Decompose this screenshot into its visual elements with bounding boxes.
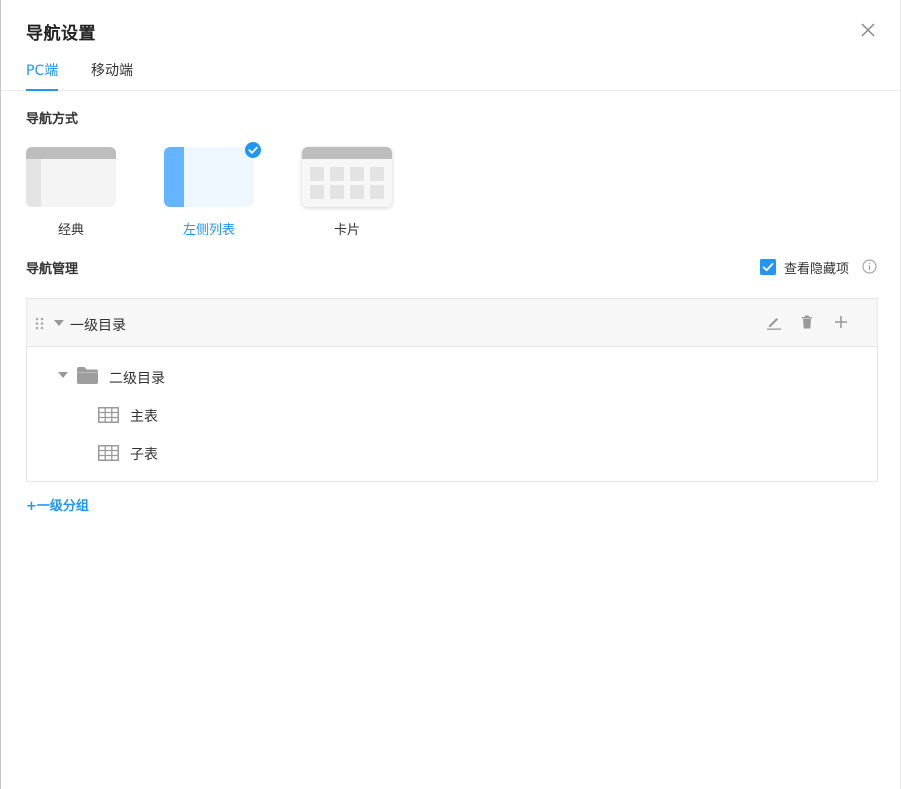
folder-icon xyxy=(77,367,98,384)
info-icon[interactable] xyxy=(862,259,877,274)
edit-icon[interactable] xyxy=(765,313,783,331)
caret-down-icon[interactable] xyxy=(53,319,65,327)
table-icon xyxy=(98,407,119,423)
caret-down-icon[interactable] xyxy=(57,371,69,379)
add-level1-group-button[interactable]: +一级分组 xyxy=(26,495,89,514)
card-header-bar xyxy=(302,147,392,159)
grid-cell xyxy=(350,167,364,181)
grid-cell xyxy=(370,185,384,199)
nav-mode-left-list-card[interactable] xyxy=(164,147,254,207)
show-hidden-label[interactable]: 查看隐藏项 xyxy=(784,258,849,277)
nav-mode-card-card[interactable] xyxy=(302,147,392,207)
tree-item-label[interactable]: 主表 xyxy=(130,406,158,426)
nav-mode-card-label[interactable]: 卡片 xyxy=(302,219,392,238)
nav-mode-classic-card[interactable] xyxy=(26,147,116,207)
nav-mode-classic-label[interactable]: 经典 xyxy=(26,219,116,238)
card-sidebar xyxy=(26,159,41,207)
tree-level1-label: 一级目录 xyxy=(70,318,126,334)
tree-item-label[interactable]: 子表 xyxy=(130,444,158,464)
grid-cell xyxy=(310,185,324,199)
card-header-bar xyxy=(26,147,116,159)
tree-level2-label[interactable]: 二级目录 xyxy=(109,368,165,388)
close-icon[interactable] xyxy=(858,20,878,40)
delete-icon[interactable] xyxy=(798,313,816,331)
tree-row-level1[interactable]: 一级目录 xyxy=(27,299,877,347)
grid-cell xyxy=(310,167,324,181)
grid-cell xyxy=(370,167,384,181)
nav-settings-dialog: 导航设置 PC端 移动端 导航方式 经典 左侧列表 卡片 导航管理 查看隐藏项 … xyxy=(0,0,901,789)
show-hidden-checkbox[interactable] xyxy=(760,259,776,275)
drag-handle-icon[interactable] xyxy=(35,317,44,330)
grid-cell xyxy=(330,167,344,181)
table-icon xyxy=(98,445,119,461)
tab-bar: PC端 移动端 xyxy=(1,56,901,91)
grid-cell xyxy=(330,185,344,199)
tab-mobile[interactable]: 移动端 xyxy=(91,60,133,91)
nav-manage-label: 导航管理 xyxy=(26,262,79,277)
add-icon[interactable] xyxy=(832,313,850,331)
tab-pc[interactable]: PC端 xyxy=(26,60,59,91)
nav-mode-label: 导航方式 xyxy=(26,112,79,127)
nav-mode-left-list-label[interactable]: 左侧列表 xyxy=(164,219,254,238)
card-sidebar xyxy=(164,147,184,207)
selected-check-icon xyxy=(245,142,261,158)
nav-tree: 一级目录 二级目录 主表 子表 xyxy=(26,298,878,482)
dialog-title: 导航设置 xyxy=(26,24,96,44)
grid-cell xyxy=(350,185,364,199)
